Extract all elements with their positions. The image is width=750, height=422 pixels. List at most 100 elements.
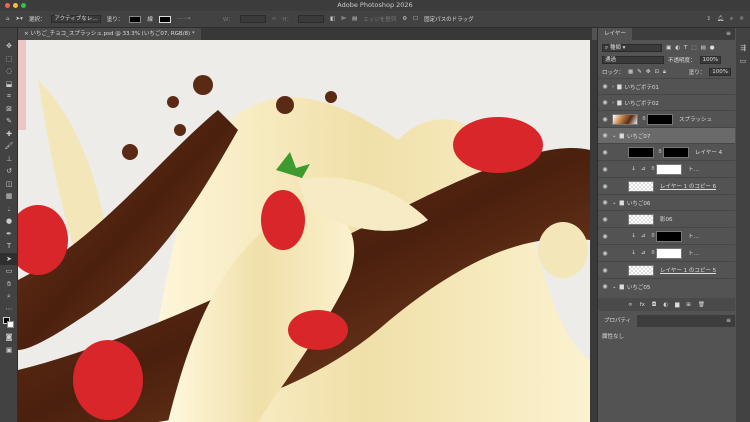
- layer-row[interactable]: ◉ レイヤー 1 のコピー 5: [598, 261, 735, 278]
- brush-tool-icon[interactable]: 🖌︎: [0, 140, 18, 153]
- document-tab[interactable]: × いちご_チョコ_スプラッシュ.psd @ 33.3% (いちご07, RGB…: [18, 28, 201, 40]
- tab-properties[interactable]: プロパティ: [598, 315, 638, 327]
- lock-position-icon[interactable]: ✥: [646, 69, 651, 75]
- home-icon[interactable]: ⌂: [6, 16, 10, 22]
- eye-icon[interactable]: ◉: [598, 250, 612, 257]
- lock-transparency-icon[interactable]: ▦: [628, 69, 633, 75]
- path-selection-tool-icon[interactable]: ➤: [0, 252, 18, 265]
- marquee-tool-icon[interactable]: ⬚: [0, 53, 18, 66]
- eye-icon[interactable]: ◉: [598, 183, 612, 190]
- filter-shape-icon[interactable]: ⬚: [691, 45, 696, 51]
- link-icon[interactable]: ∞: [272, 16, 277, 22]
- filter-toggle[interactable]: ●: [710, 45, 715, 51]
- type-tool-icon[interactable]: T: [0, 240, 18, 253]
- quick-mask-icon[interactable]: ◙: [0, 331, 18, 344]
- chevron-down-icon[interactable]: ⌄: [612, 133, 617, 139]
- width-field[interactable]: [239, 15, 266, 23]
- lock-all-icon[interactable]: 🔒︎: [663, 69, 666, 76]
- tab-layers[interactable]: レイヤー: [598, 28, 632, 40]
- new-group-icon[interactable]: ▆: [675, 302, 679, 308]
- layer-row[interactable]: ◉ ⌄ ▆ いちご06: [598, 194, 735, 210]
- chevron-down-icon[interactable]: ⌄: [612, 200, 617, 206]
- history-brush-icon[interactable]: ↺: [0, 165, 18, 178]
- height-field[interactable]: [298, 15, 325, 23]
- trash-icon[interactable]: 🗑︎: [698, 302, 705, 308]
- eye-icon[interactable]: ◉: [598, 267, 612, 274]
- filter-adjustment-icon[interactable]: ◐: [675, 45, 680, 51]
- search-icon[interactable]: ⌕: [730, 16, 733, 23]
- pen-tool-icon[interactable]: ✒: [0, 228, 18, 241]
- eye-icon[interactable]: ◉: [598, 166, 612, 173]
- dodge-tool-icon[interactable]: ●: [0, 215, 18, 228]
- layer-row[interactable]: ◉ ⌄ ▆ いちご05: [598, 278, 735, 294]
- layer-row[interactable]: ◉ › ▆ いちごボテ01: [598, 78, 735, 94]
- stroke-swatch[interactable]: [158, 15, 171, 23]
- close-window-button[interactable]: [5, 3, 10, 8]
- lock-artboard-icon[interactable]: ⊡: [654, 69, 659, 75]
- comments-icon[interactable]: ▭: [736, 55, 750, 68]
- path-alignment-icon[interactable]: ⊫: [341, 16, 346, 22]
- healing-brush-icon[interactable]: ✚: [0, 128, 18, 141]
- eyedropper-tool-icon[interactable]: ✎: [0, 115, 18, 128]
- fill-field[interactable]: 100%: [709, 68, 731, 76]
- layer-row[interactable]: ◉ ↓ ⊿ 8 ト…: [598, 227, 735, 244]
- opacity-field[interactable]: 100%: [699, 56, 722, 64]
- minimize-window-button[interactable]: [13, 3, 18, 8]
- canvas-image[interactable]: [18, 40, 590, 422]
- panel-menu-icon[interactable]: ≡: [726, 317, 731, 324]
- fx-icon[interactable]: fx: [640, 302, 645, 308]
- gear-icon[interactable]: ⚙: [402, 16, 407, 22]
- new-layer-icon[interactable]: ⊞: [686, 302, 691, 308]
- shape-tool-icon[interactable]: ▭: [0, 265, 18, 278]
- constrain-path-checkbox[interactable]: ☐: [413, 16, 418, 22]
- eraser-tool-icon[interactable]: ◫: [0, 178, 18, 191]
- layer-row[interactable]: ◉ レイヤー 1 のコピー 6: [598, 177, 735, 194]
- zoom-tool-icon[interactable]: ⌕: [0, 290, 18, 303]
- eye-icon[interactable]: ◉: [598, 99, 612, 106]
- screen-mode-icon[interactable]: ▣: [0, 344, 18, 357]
- layer-row[interactable]: ◉ › ▆ いちごボテ02: [598, 94, 735, 110]
- more-tools-icon[interactable]: ⋯: [0, 303, 18, 316]
- layer-row-selected[interactable]: ◉ ⌄ ▆ いちご07: [598, 127, 735, 143]
- layer-row[interactable]: ◉ ↓ ⊿ 8 ト…: [598, 244, 735, 261]
- eye-icon[interactable]: ◉: [598, 83, 612, 90]
- lasso-tool-icon[interactable]: ◌: [0, 65, 18, 78]
- select-dropdown[interactable]: アクティブなレ…: [51, 15, 101, 23]
- eye-icon[interactable]: ◉: [598, 199, 612, 206]
- chevron-right-icon[interactable]: ›: [612, 84, 614, 90]
- filter-smart-object-icon[interactable]: ▤: [701, 45, 706, 51]
- canvas-vertical-scrollbar[interactable]: [590, 40, 597, 422]
- layer-filter-dropdown[interactable]: ⌕ 種類 ▾: [602, 44, 662, 52]
- clone-stamp-icon[interactable]: ⊥: [0, 153, 18, 166]
- hand-tool-icon[interactable]: ✋︎: [0, 278, 18, 291]
- move-tool-icon[interactable]: ✥: [0, 40, 18, 53]
- path-selection-tool-icon[interactable]: ➤▾: [16, 16, 23, 22]
- panel-menu-icon[interactable]: ≡: [726, 30, 731, 37]
- bell-icon[interactable]: 🔔︎: [717, 16, 724, 22]
- eye-icon[interactable]: ◉: [598, 216, 612, 223]
- eye-icon[interactable]: ◉: [598, 116, 612, 123]
- workspace-icon[interactable]: ☼: [739, 16, 744, 22]
- zoom-window-button[interactable]: [21, 3, 26, 8]
- layer-row[interactable]: ◉ 8 スプラッシュ: [598, 110, 735, 127]
- color-swatches[interactable]: [0, 315, 18, 331]
- lock-image-icon[interactable]: ✎: [637, 69, 642, 75]
- gradient-tool-icon[interactable]: ▦: [0, 190, 18, 203]
- filter-pixel-icon[interactable]: ▣: [666, 45, 671, 51]
- fill-swatch[interactable]: [129, 15, 142, 23]
- eye-icon[interactable]: ◉: [598, 132, 612, 139]
- layer-row[interactable]: ◉ 影06: [598, 210, 735, 227]
- chevron-right-icon[interactable]: ›: [612, 100, 614, 106]
- eye-icon[interactable]: ◉: [598, 149, 612, 156]
- adjustments-icon[interactable]: ⇶: [736, 42, 750, 55]
- layer-row[interactable]: ◉ ↓ ⊿ 8 ト…: [598, 160, 735, 177]
- eye-icon[interactable]: ◉: [598, 233, 612, 240]
- eye-icon[interactable]: ◉: [598, 283, 612, 290]
- path-arrangement-icon[interactable]: ▤: [352, 16, 357, 22]
- link-layers-icon[interactable]: ∞: [628, 302, 633, 308]
- object-select-tool-icon[interactable]: ⬓: [0, 78, 18, 91]
- chevron-down-icon[interactable]: ⌄: [612, 284, 617, 290]
- blur-tool-icon[interactable]: 💧︎: [0, 203, 18, 216]
- share-icon[interactable]: ⇪: [706, 16, 711, 22]
- frame-tool-icon[interactable]: ⊠: [0, 103, 18, 116]
